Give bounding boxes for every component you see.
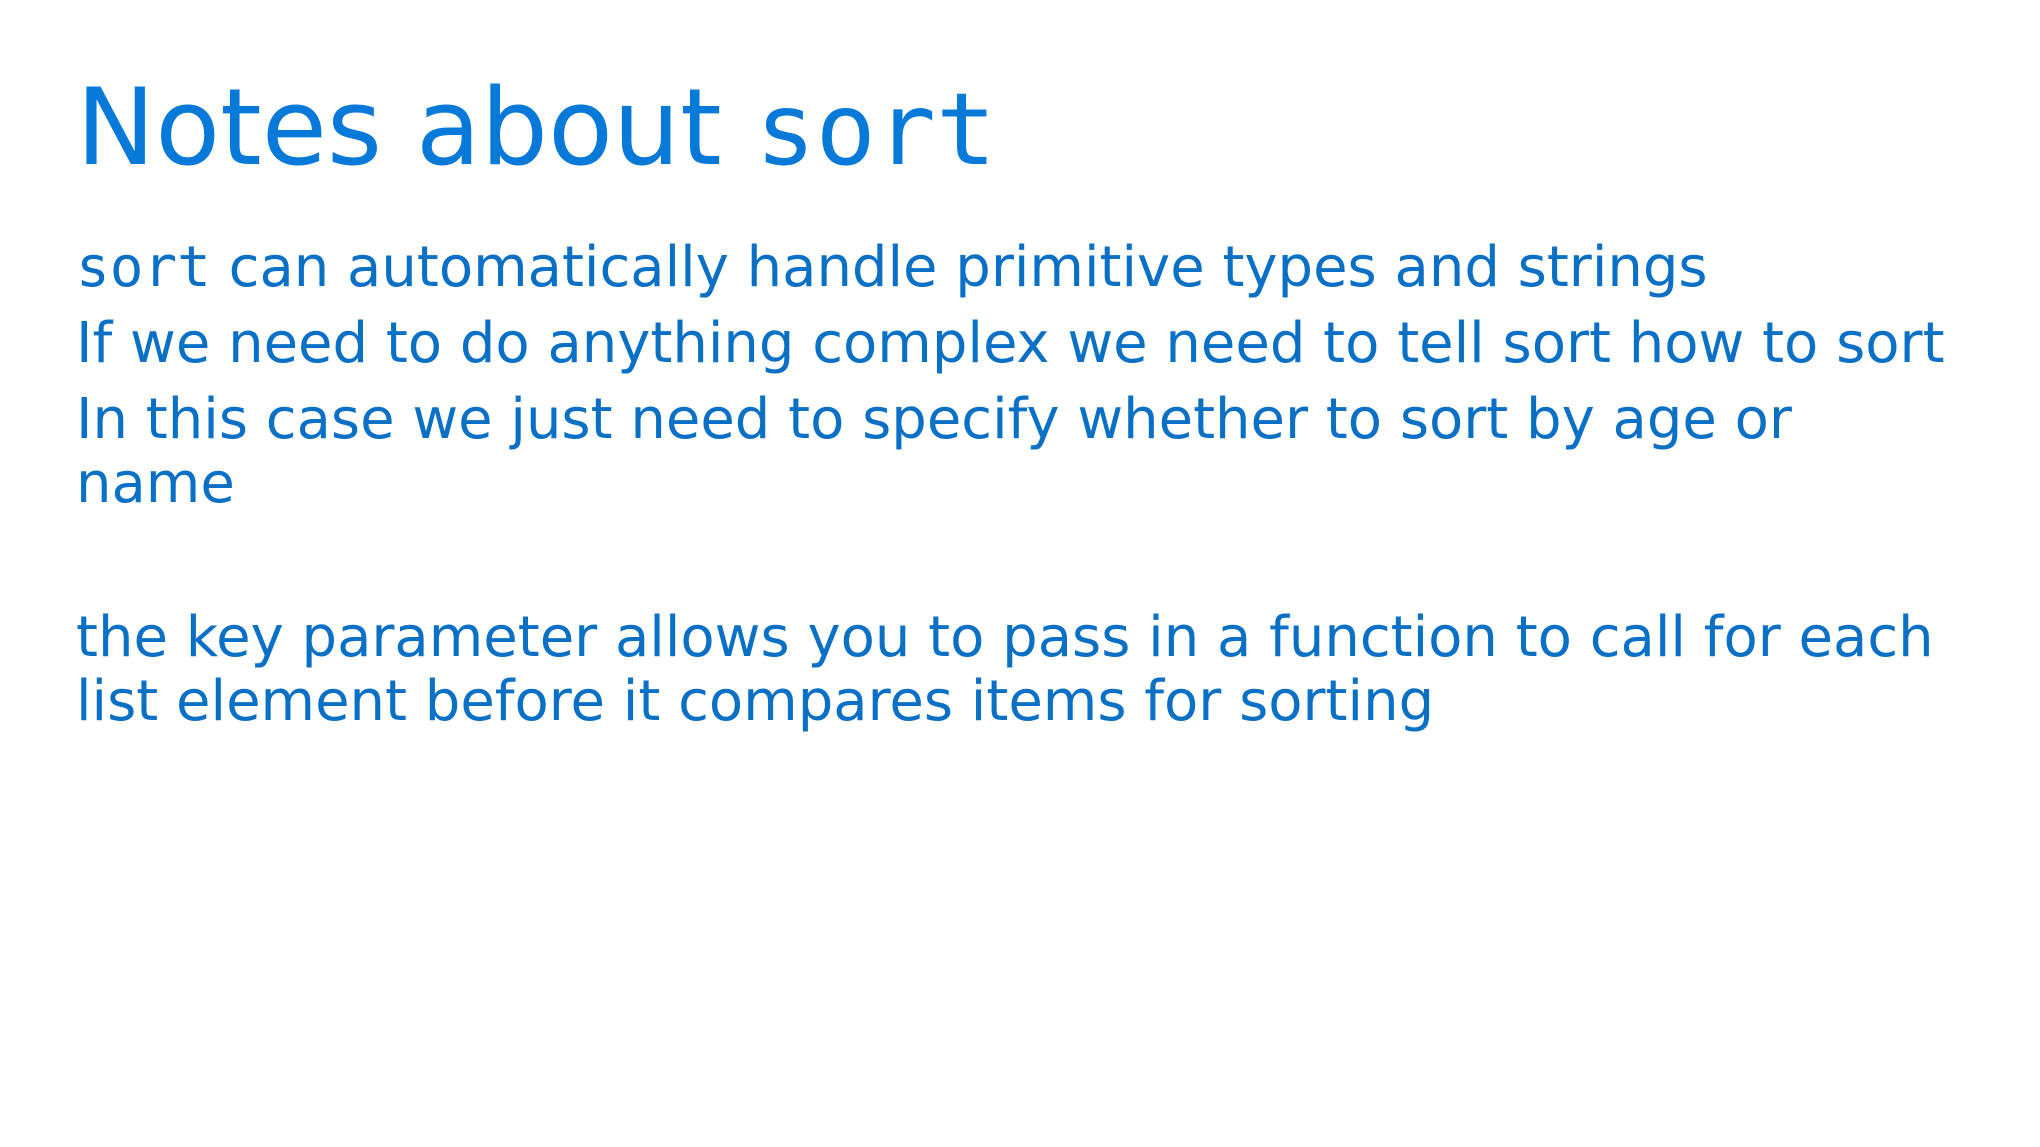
paragraph-key-parameter: the key parameter allows you to pass in … bbox=[76, 605, 1934, 734]
paragraph-sort-primitive-types: sort can automatically handle primitive … bbox=[76, 236, 1956, 300]
slide-body: sort can automatically handle primitive … bbox=[76, 236, 1956, 734]
paragraph-text: can automatically handle primitive types… bbox=[210, 235, 1708, 300]
paragraph-age-or-name: In this case we just need to specify whe… bbox=[76, 387, 1792, 516]
inline-code-sort: sort bbox=[76, 235, 211, 300]
slide: Notes about sort sort can automatically … bbox=[0, 0, 2040, 1147]
slide-title-code: sort bbox=[755, 71, 997, 188]
slide-title-text: Notes about bbox=[76, 66, 756, 189]
slide-title: Notes about sort bbox=[76, 66, 996, 192]
paragraph-complex-sort: If we need to do anything complex we nee… bbox=[76, 311, 1945, 376]
